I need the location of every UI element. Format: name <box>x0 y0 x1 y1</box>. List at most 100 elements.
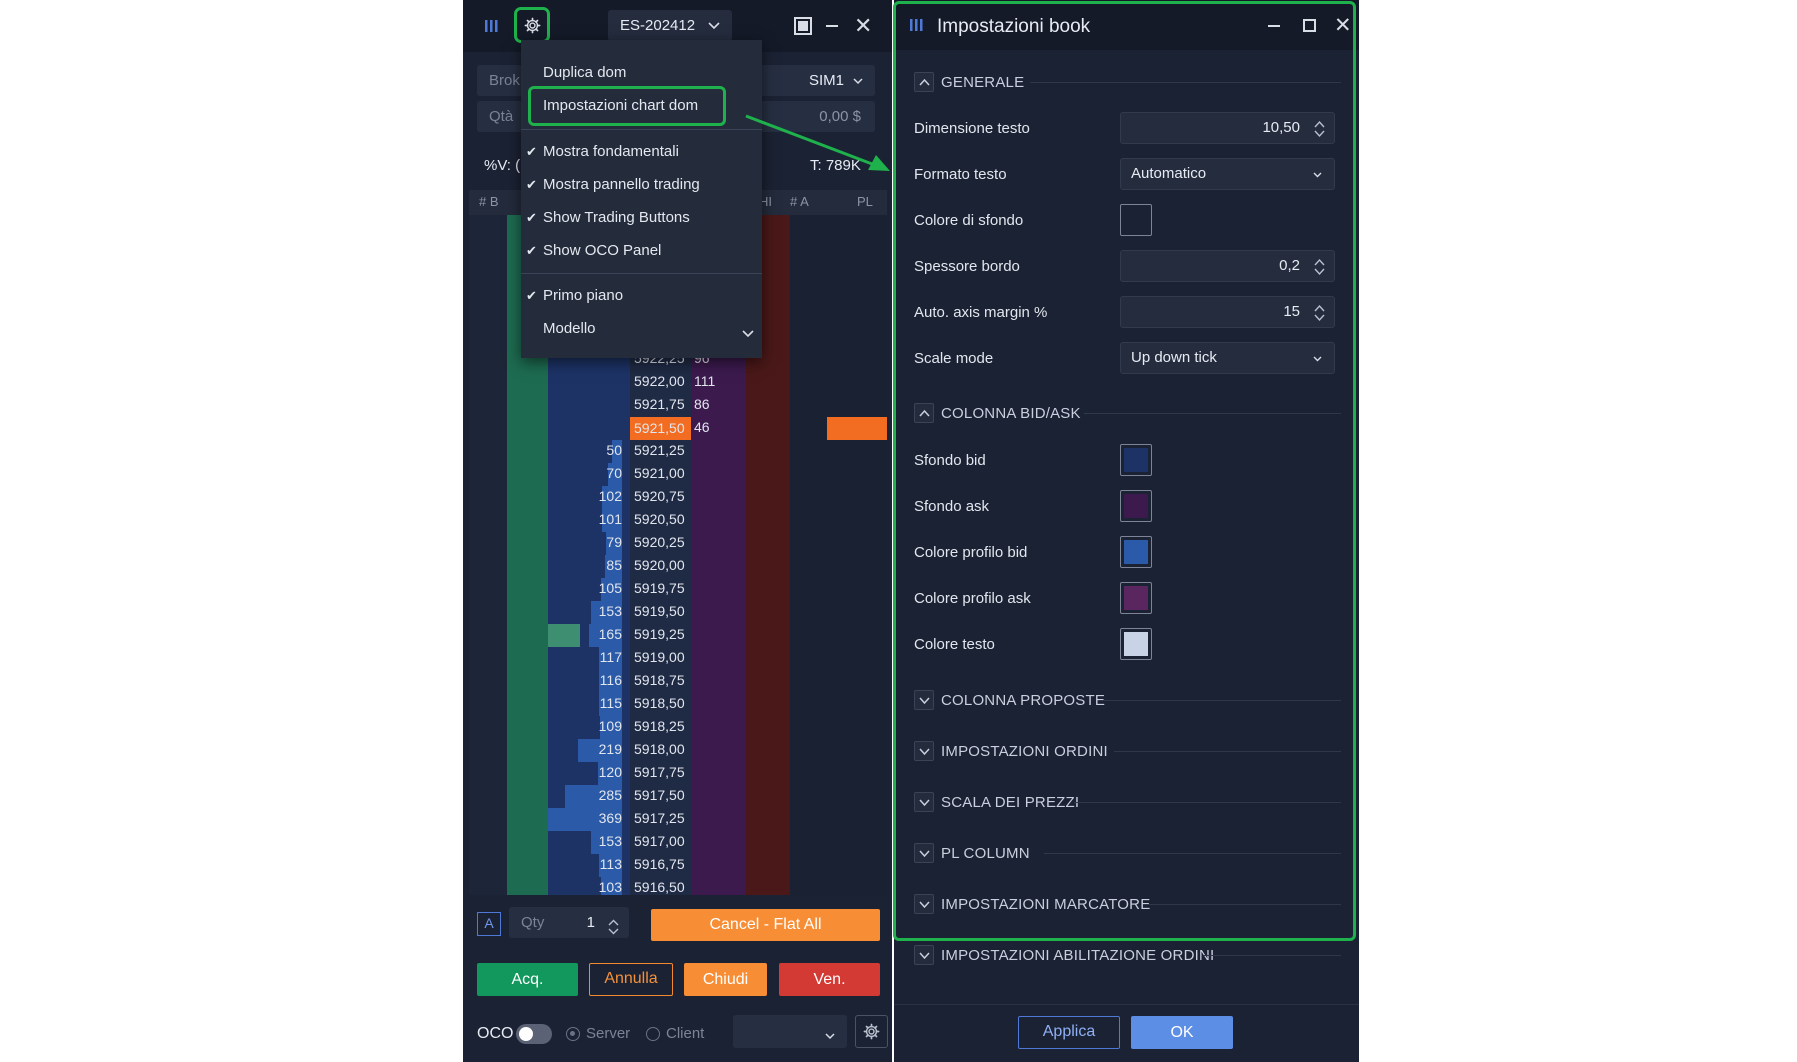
bid-profile-swatch[interactable] <box>1120 536 1152 568</box>
oco-toggle[interactable] <box>516 1024 552 1044</box>
cancel-orders-button[interactable]: Annulla <box>589 963 673 996</box>
price-cell[interactable]: 5919,25 <box>634 626 691 642</box>
price-cell[interactable]: 5919,00 <box>634 649 691 665</box>
apply-button[interactable]: Applica <box>1018 1016 1120 1049</box>
ladder-row[interactable]: 115 5918,50 <box>469 693 887 716</box>
dom-settings-gear-button[interactable] <box>514 7 550 43</box>
price-cell[interactable]: 5919,50 <box>634 603 691 619</box>
window-layout-icon[interactable] <box>794 17 812 35</box>
section-pl-title[interactable]: PL COLUMN <box>941 845 1030 862</box>
price-cell[interactable]: 5920,25 <box>634 534 691 550</box>
ladder-row[interactable]: 5921,75 86 <box>469 394 887 417</box>
ladder-row[interactable]: 70 5921,00 <box>469 463 887 486</box>
client-radio[interactable] <box>646 1027 660 1041</box>
menu-item-always-on-top[interactable]: Primo piano <box>543 287 623 304</box>
text-format-select[interactable]: Automatico <box>1120 158 1335 190</box>
menu-item-duplicate-dom[interactable]: Duplica dom <box>543 64 626 81</box>
ladder-row[interactable]: 101 5920,50 <box>469 509 887 532</box>
section-expand-button[interactable] <box>914 690 934 710</box>
ladder-row[interactable]: 369 5917,25 <box>469 808 887 831</box>
section-collapse-button[interactable] <box>914 72 934 92</box>
ladder-row[interactable]: 153 5917,00 <box>469 831 887 854</box>
section-marker-title[interactable]: IMPOSTAZIONI MARCATORE <box>941 896 1150 913</box>
ladder-row[interactable]: 117 5919,00 <box>469 647 887 670</box>
ladder-row[interactable]: 103 5916,50 <box>469 877 887 895</box>
spinner-icon[interactable] <box>608 915 619 946</box>
price-cell[interactable]: 5921,50 <box>630 417 691 440</box>
oco-mode-select[interactable] <box>733 1015 847 1048</box>
section-collapse-button[interactable] <box>914 403 934 423</box>
buy-button[interactable]: Acq. <box>477 963 578 996</box>
menu-item-show-trading-panel[interactable]: Mostra pannello trading <box>543 176 700 193</box>
ladder-row[interactable]: 285 5917,50 <box>469 785 887 808</box>
price-cell[interactable]: 5917,00 <box>634 833 691 849</box>
ladder-row[interactable]: 102 5920,75 <box>469 486 887 509</box>
ladder-row[interactable]: 105 5919,75 <box>469 578 887 601</box>
price-cell[interactable]: 5917,75 <box>634 764 691 780</box>
section-expand-button[interactable] <box>914 894 934 914</box>
price-cell[interactable]: 5920,50 <box>634 511 691 527</box>
price-cell[interactable]: 5922,00 <box>634 373 691 389</box>
close-icon[interactable]: ✕ <box>854 14 872 38</box>
menu-item-chart-dom-settings[interactable]: Impostazioni chart dom <box>528 86 726 126</box>
menu-item-template[interactable]: Modello <box>543 320 596 337</box>
section-expand-button[interactable] <box>914 741 934 761</box>
section-expand-button[interactable] <box>914 792 934 812</box>
ladder-row[interactable]: 79 5920,25 <box>469 532 887 555</box>
cancel-flat-all-button[interactable]: Cancel - Flat All <box>651 909 880 941</box>
price-cell[interactable]: 5921,25 <box>634 442 691 458</box>
bid-bg-swatch[interactable] <box>1120 444 1152 476</box>
oco-settings-button[interactable] <box>855 1015 888 1048</box>
spinner-icon[interactable] <box>1314 119 1325 149</box>
price-cell[interactable]: 5921,75 <box>634 396 691 412</box>
section-order-enable-title[interactable]: IMPOSTAZIONI ABILITAZIONE ORDINI <box>941 947 1214 964</box>
auto-button[interactable]: A <box>477 912 501 936</box>
scale-mode-select[interactable]: Up down tick <box>1120 342 1335 374</box>
price-cell[interactable]: 5918,50 <box>634 695 691 711</box>
minimize-icon[interactable] <box>1268 25 1280 27</box>
quantity-stepper[interactable]: Qty 1 <box>509 907 629 938</box>
ask-profile-swatch[interactable] <box>1120 582 1152 614</box>
price-cell[interactable]: 5920,00 <box>634 557 691 573</box>
ladder-row[interactable]: 5921,50 46 <box>469 417 887 440</box>
menu-item-show-fundamentals[interactable]: Mostra fondamentali <box>543 143 679 160</box>
price-cell[interactable]: 5916,75 <box>634 856 691 872</box>
price-cell[interactable]: 5917,50 <box>634 787 691 803</box>
price-cell[interactable]: 5917,25 <box>634 810 691 826</box>
background-color-swatch[interactable] <box>1120 204 1152 236</box>
ok-button[interactable]: OK <box>1131 1016 1233 1049</box>
close-position-button[interactable]: Chiudi <box>684 963 767 996</box>
text-size-stepper[interactable]: 10,50 <box>1120 112 1335 144</box>
spinner-icon[interactable] <box>1314 303 1325 333</box>
price-cell[interactable]: 5918,75 <box>634 672 691 688</box>
ladder-row[interactable]: 5922,00 111 <box>469 371 887 394</box>
price-cell[interactable]: 5916,50 <box>634 879 691 895</box>
text-color-swatch[interactable] <box>1120 628 1152 660</box>
menu-item-show-trading-buttons[interactable]: Show Trading Buttons <box>543 209 690 226</box>
ladder-row[interactable]: 116 5918,75 <box>469 670 887 693</box>
price-cell[interactable]: 5919,75 <box>634 580 691 596</box>
section-proposals-title[interactable]: COLONNA PROPOSTE <box>941 692 1105 709</box>
ladder-row[interactable]: 109 5918,25 <box>469 716 887 739</box>
ladder-row[interactable]: 219 5918,00 <box>469 739 887 762</box>
border-thickness-stepper[interactable]: 0,2 <box>1120 250 1335 282</box>
menu-item-show-oco-panel[interactable]: Show OCO Panel <box>543 242 661 259</box>
price-cell[interactable]: 5918,00 <box>634 741 691 757</box>
sell-button[interactable]: Ven. <box>779 963 880 996</box>
ladder-row[interactable]: 113 5916,75 <box>469 854 887 877</box>
section-expand-button[interactable] <box>914 945 934 965</box>
price-cell[interactable]: 5918,25 <box>634 718 691 734</box>
ladder-row[interactable]: 85 5920,00 <box>469 555 887 578</box>
ladder-row[interactable]: 50 5921,25 <box>469 440 887 463</box>
server-radio[interactable] <box>566 1027 580 1041</box>
axis-margin-stepper[interactable]: 15 <box>1120 296 1335 328</box>
ladder-row[interactable]: 120 5917,75 <box>469 762 887 785</box>
ask-bg-swatch[interactable] <box>1120 490 1152 522</box>
price-cell[interactable]: 5921,00 <box>634 465 691 481</box>
ladder-row[interactable]: 153 5919,50 <box>469 601 887 624</box>
minimize-icon[interactable] <box>826 25 838 27</box>
maximize-icon[interactable] <box>1303 19 1316 32</box>
account-select[interactable]: SIM1 <box>760 65 875 96</box>
spinner-icon[interactable] <box>1314 257 1325 287</box>
section-expand-button[interactable] <box>914 843 934 863</box>
